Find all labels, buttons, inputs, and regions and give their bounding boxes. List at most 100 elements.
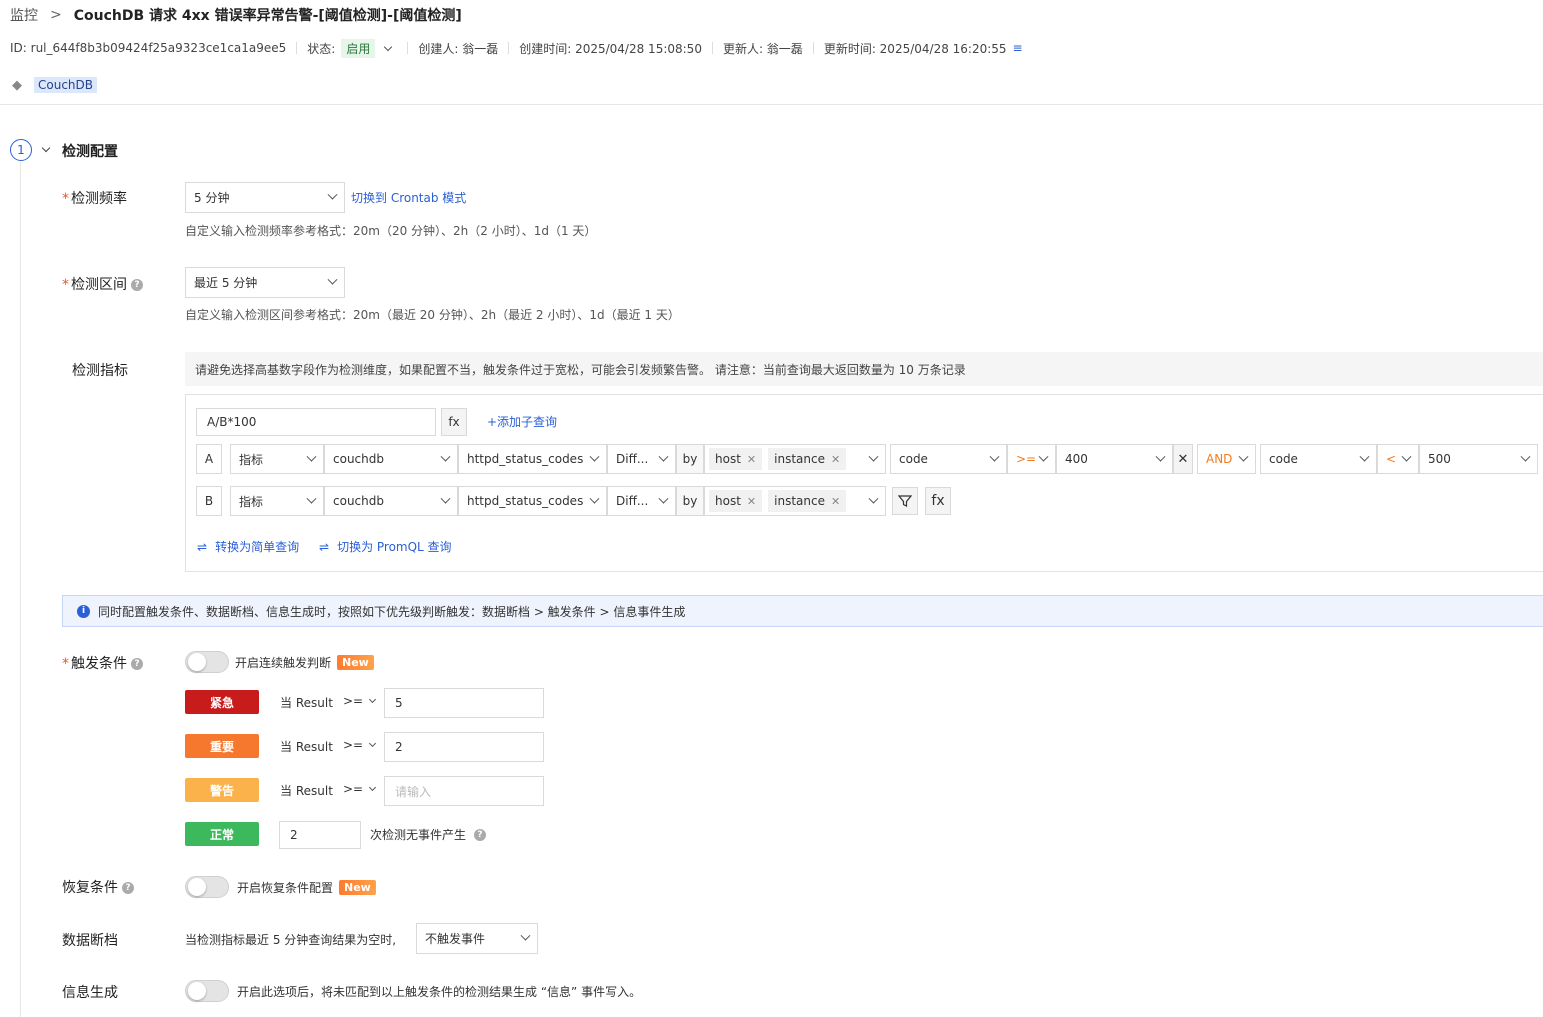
frequency-select[interactable]: 5 分钟	[185, 182, 345, 213]
filter2-value: 500	[1428, 452, 1451, 466]
fx-button[interactable]: fx	[441, 408, 467, 436]
chevron-down-icon	[327, 189, 338, 200]
filter-button[interactable]	[892, 487, 918, 515]
chevron-down-icon	[1155, 451, 1166, 462]
help-icon[interactable]: ?	[131, 658, 143, 670]
rule-id: ID: rul_644f8b3b09424f25a9323ce1ca1a9ee5	[10, 41, 287, 55]
filter1-value-select[interactable]: 400	[1056, 444, 1173, 474]
query-b-source-select[interactable]: couchdb	[324, 486, 458, 516]
recovery-label: 恢复条件?	[62, 877, 134, 897]
query-letter-a: A	[196, 444, 222, 474]
close-icon[interactable]: ✕	[747, 495, 756, 508]
filter-logic: AND	[1206, 452, 1233, 466]
filter2-field: code	[1269, 452, 1298, 466]
continuous-trigger-toggle[interactable]	[185, 651, 229, 673]
rule-op: >=	[343, 694, 364, 708]
filter-logic-select[interactable]: AND	[1197, 444, 1256, 474]
query-a-dims-select[interactable]: host ✕ instance ✕	[704, 444, 886, 474]
fx-label: fx	[931, 493, 945, 509]
query-a-source-select[interactable]: couchdb	[324, 444, 458, 474]
chevron-down-icon	[440, 493, 451, 504]
query-b-metric-select[interactable]: httpd_status_codes	[458, 486, 607, 516]
query-b-source: couchdb	[333, 494, 384, 508]
chevron-down-icon[interactable]	[384, 42, 393, 51]
close-icon[interactable]: ✕	[747, 453, 756, 466]
breadcrumb-parent[interactable]: 监控	[10, 5, 38, 25]
query-a-func-select[interactable]: Diff...	[607, 444, 676, 474]
help-icon[interactable]: ?	[122, 882, 134, 894]
filter1-field-select[interactable]: code	[890, 444, 1007, 474]
query-a-type: 指标	[239, 452, 264, 467]
interval-value: 最近 5 分钟	[194, 276, 258, 290]
to-simple-query-button[interactable]: ⇌ 转换为简单查询	[197, 538, 299, 555]
metrics-label: 检测指标	[72, 363, 128, 379]
normal-text: 次检测无事件产生?	[370, 826, 487, 843]
frequency-value: 5 分钟	[194, 191, 230, 205]
to-promql-label: 切换为 PromQL 查询	[337, 540, 452, 554]
critical-threshold-input[interactable]: 5	[384, 688, 544, 718]
dim-tag: instance ✕	[768, 448, 847, 470]
warning-threshold-input[interactable]: 请输入	[384, 776, 544, 806]
filter2-op-select[interactable]: <	[1377, 444, 1419, 474]
rule-op-select[interactable]: >=	[343, 738, 377, 752]
chevron-down-icon	[369, 739, 377, 748]
rule-op-select[interactable]: >=	[343, 782, 377, 796]
dim-tag: instance ✕	[768, 490, 847, 512]
warning-threshold-placeholder: 请输入	[395, 784, 432, 799]
nodata-select[interactable]: 不触发事件	[416, 923, 538, 954]
query-b-dims-select[interactable]: host ✕ instance ✕	[704, 486, 886, 516]
query-a-metric: httpd_status_codes	[467, 452, 584, 466]
interval-select[interactable]: 最近 5 分钟	[185, 267, 345, 298]
help-icon[interactable]: ?	[474, 828, 487, 841]
rule-when: 当 Result	[280, 696, 333, 710]
close-icon[interactable]: ✕	[831, 495, 840, 508]
new-badge: New	[337, 655, 374, 670]
query-b-func-select[interactable]: Diff...	[607, 486, 676, 516]
filter2-value-select[interactable]: 500	[1419, 444, 1538, 474]
status-label: 状态:	[307, 41, 336, 56]
to-promql-button[interactable]: ⇌ 切换为 PromQL 查询	[319, 538, 452, 555]
query-b-by: by	[676, 486, 704, 516]
rule-op-select[interactable]: >=	[343, 694, 377, 708]
filter2-op: <	[1386, 452, 1397, 466]
chevron-down-icon	[440, 451, 451, 462]
chevron-down-icon	[868, 451, 879, 462]
chevron-down-icon	[369, 695, 377, 704]
normal-count-input[interactable]: 2	[279, 821, 361, 849]
important-threshold-input[interactable]: 2	[384, 732, 544, 762]
filter1-op-select[interactable]: >=	[1007, 444, 1056, 474]
divider	[508, 42, 510, 54]
step-line	[20, 162, 21, 1017]
add-subquery-button[interactable]: +添加子查询	[487, 413, 557, 430]
query-b-type-select[interactable]: 指标	[230, 486, 324, 516]
header-divider	[0, 104, 1543, 105]
chevron-down-icon	[1359, 451, 1370, 462]
crontab-switch-link[interactable]: 切换到 Crontab 模式	[351, 189, 466, 206]
breadcrumb: 监控 > CouchDB 请求 4xx 错误率异常告警-[阈值检测]-[阈值检测…	[10, 5, 462, 25]
recovery-text: 开启恢复条件配置 New	[237, 879, 376, 896]
query-a-by: by	[676, 444, 704, 474]
section-title[interactable]: 检测配置	[62, 141, 118, 161]
expression-input[interactable]: A/B*100	[196, 408, 436, 436]
tag-couchdb[interactable]: CouchDB	[34, 77, 98, 93]
filter-icon	[898, 495, 912, 507]
normal-count-value: 2	[290, 828, 298, 842]
status-badge[interactable]: 启用	[341, 38, 376, 58]
close-icon[interactable]: ✕	[831, 453, 840, 466]
help-icon[interactable]: ?	[131, 279, 143, 291]
history-icon[interactable]: ≡	[1013, 41, 1023, 55]
to-simple-query-label: 转换为简单查询	[215, 540, 300, 554]
query-letter-b-text: B	[204, 494, 214, 508]
nodata-value: 不触发事件	[425, 932, 486, 946]
collapse-icon[interactable]	[41, 143, 51, 153]
query-letter-b: B	[196, 486, 222, 516]
filter2-field-select[interactable]: code	[1260, 444, 1377, 474]
query-a-type-select[interactable]: 指标	[230, 444, 324, 474]
fx-b-button[interactable]: fx	[925, 487, 951, 515]
query-a-metric-select[interactable]: httpd_status_codes	[458, 444, 607, 474]
recovery-toggle[interactable]	[185, 876, 229, 898]
severity-warning: 警告	[185, 778, 259, 802]
filter1-remove-button[interactable]: ✕	[1173, 444, 1193, 474]
info-gen-toggle[interactable]	[185, 980, 229, 1002]
divider	[296, 42, 298, 54]
